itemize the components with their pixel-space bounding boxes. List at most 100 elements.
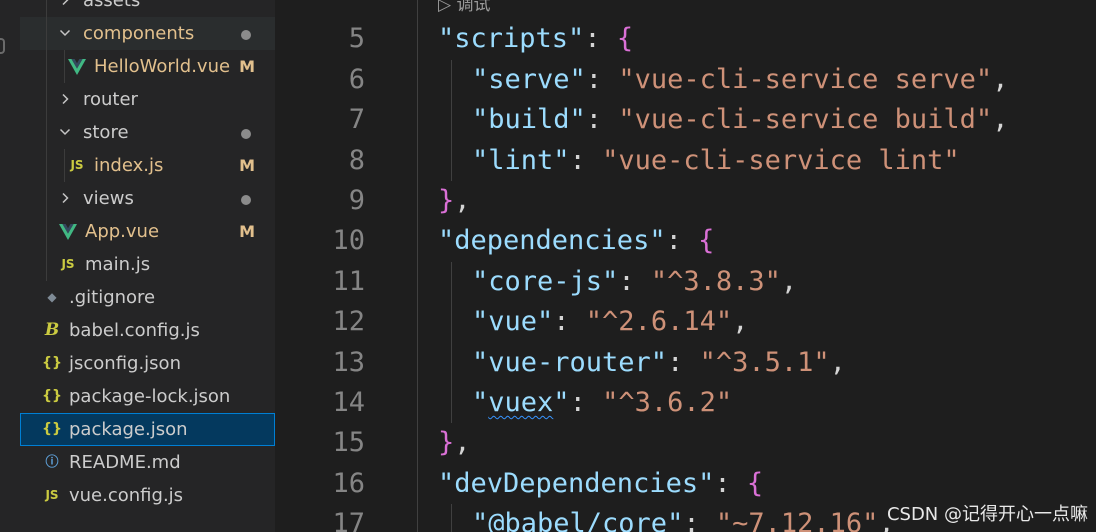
code-token: } (438, 184, 455, 216)
tree-item-vue-config-js[interactable]: JS vue.config.js (20, 479, 275, 512)
code-line[interactable]: 8 "lint": "vue-cli-service lint" (275, 140, 1096, 181)
tree-item-jsconfig-json[interactable]: {} jsconfig.json (20, 347, 275, 380)
tree-item-helloworld-vue[interactable]: HelloWorld.vue M (20, 50, 275, 83)
code-token: "^3.8.3" (650, 265, 781, 297)
code-line[interactable]: 10 "dependencies": { (275, 221, 1096, 262)
code-token: "^2.6.14" (585, 306, 733, 338)
code-token: "serve" (472, 63, 586, 95)
code-line[interactable]: 16 "devDependencies": { (275, 463, 1096, 505)
code-token: { (616, 23, 634, 55)
tree-item-store[interactable]: store (20, 116, 275, 149)
indent-guide (417, 19, 418, 60)
code-line[interactable]: 15}, (275, 423, 1096, 464)
indent-guide (64, 149, 65, 182)
tree-item-gitignore[interactable]: ◆ .gitignore (20, 281, 275, 314)
code-content: }, (438, 181, 471, 221)
code-token: , (829, 346, 846, 378)
tree-item-label: README.md (69, 452, 181, 473)
code-line[interactable]: 5 "scripts": { (275, 19, 1096, 60)
code-token: "devDependencies" (438, 467, 715, 499)
chevron-down-icon[interactable] (58, 17, 72, 50)
tree-item-package-lock-json[interactable]: {} package-lock.json (20, 380, 275, 413)
code-token: { (746, 467, 764, 499)
tree-item-label: views (83, 188, 134, 209)
indent-guide (417, 342, 418, 383)
tree-item-views[interactable]: views (20, 182, 275, 215)
code-line[interactable]: 9}, (275, 180, 1096, 222)
code-token: "^3.6.2" (602, 386, 733, 418)
code-token: : (584, 23, 617, 55)
chevron-right-icon[interactable] (58, 0, 72, 17)
code-content: "dependencies": { (438, 221, 714, 261)
indent-guide (451, 382, 452, 424)
js-file-icon: JS (61, 257, 75, 271)
tree-item-readme-md[interactable]: ⓘ README.md (20, 446, 275, 479)
tree-item-assets[interactable]: assets (20, 0, 275, 17)
tree-item-label: package.json (69, 419, 188, 440)
tree-item-package-json[interactable]: {} package.json (20, 413, 275, 446)
code-line[interactable]: 13 "vue-router": "^3.5.1", (275, 342, 1096, 383)
indent-guide (417, 504, 418, 532)
code-token: , (454, 184, 471, 216)
code-line[interactable]: 7 "build": "vue-cli-service build", (275, 100, 1096, 141)
indent-guide (46, 215, 47, 248)
code-token: : (667, 346, 700, 378)
code-line[interactable]: 12 "vue": "^2.6.14", (275, 302, 1096, 343)
line-number: 12 (332, 306, 365, 338)
code-line[interactable]: 14 "vuex": "^3.6.2" (275, 382, 1096, 424)
tree-item-app-vue[interactable]: App.vue M (20, 215, 275, 248)
json-file-icon: {} (42, 388, 62, 404)
line-number: 6 (348, 63, 365, 95)
git-changes-dot (241, 195, 251, 205)
chevron-right-icon[interactable] (58, 182, 72, 215)
tree-item-index-js[interactable]: JS index.js M (20, 149, 275, 182)
indent-guide (451, 302, 452, 343)
vue-file-icon (67, 50, 87, 83)
code-token: " (553, 386, 570, 418)
code-content: "lint": "vue-cli-service lint" (472, 141, 960, 181)
indent-guide (451, 261, 452, 303)
code-token: "^3.5.1" (699, 346, 830, 378)
code-line[interactable]: 6 "serve": "vue-cli-service serve", (275, 59, 1096, 101)
tree-item-main-js[interactable]: JS main.js (20, 248, 275, 281)
line-number: 15 (332, 427, 365, 459)
code-content: "devDependencies": { (438, 464, 763, 504)
tree-item-label: router (83, 89, 138, 110)
git-changes-dot (241, 129, 251, 139)
code-line[interactable]: 11 "core-js": "^3.8.3", (275, 261, 1096, 303)
code-token: "core-js" (472, 265, 619, 297)
code-token: "scripts" (438, 23, 585, 55)
indent-guide (64, 50, 65, 83)
code-content: "vuex": "^3.6.2" (472, 383, 732, 423)
code-editor[interactable]: ▷ 调试 5 "scripts": {6 "serve": "vue-cli-serv… (275, 0, 1096, 532)
code-token: : (569, 144, 603, 176)
indent-guide (417, 463, 418, 505)
line-number: 11 (332, 265, 365, 297)
code-token: , (992, 104, 1009, 136)
code-token: , (732, 306, 749, 338)
tree-item-babel-config-js[interactable]: Bbabel.config.js (20, 314, 275, 347)
code-content: "vue": "^2.6.14", (472, 302, 748, 342)
indent-guide (417, 100, 418, 141)
code-content: "build": "vue-cli-service build", (472, 100, 1008, 140)
code-token: "vue-cli-service lint" (602, 144, 960, 176)
indent-guide (451, 100, 452, 141)
info-file-icon: ⓘ (45, 455, 59, 470)
indent-guide (417, 180, 418, 222)
tree-item-label: components (83, 23, 195, 44)
indent-guide (451, 504, 452, 532)
js-file-icon: JS (70, 158, 84, 172)
code-token: " (472, 386, 489, 418)
git-modified-badge: M (239, 222, 255, 241)
indent-guide (417, 302, 418, 343)
tree-item-router[interactable]: router (20, 83, 275, 116)
line-number: 14 (332, 386, 365, 418)
tree-item-components[interactable]: components (20, 17, 275, 50)
code-area[interactable]: ▷ 调试 5 "scripts": {6 "serve": "vue-cli-serv… (275, 0, 1096, 532)
tree-item-label: jsconfig.json (69, 353, 181, 374)
line-number: 8 (348, 144, 365, 176)
chevron-down-icon[interactable] (58, 116, 72, 149)
chevron-right-icon[interactable] (58, 83, 72, 116)
code-content: }, (438, 423, 471, 463)
line-number: 7 (348, 104, 365, 136)
